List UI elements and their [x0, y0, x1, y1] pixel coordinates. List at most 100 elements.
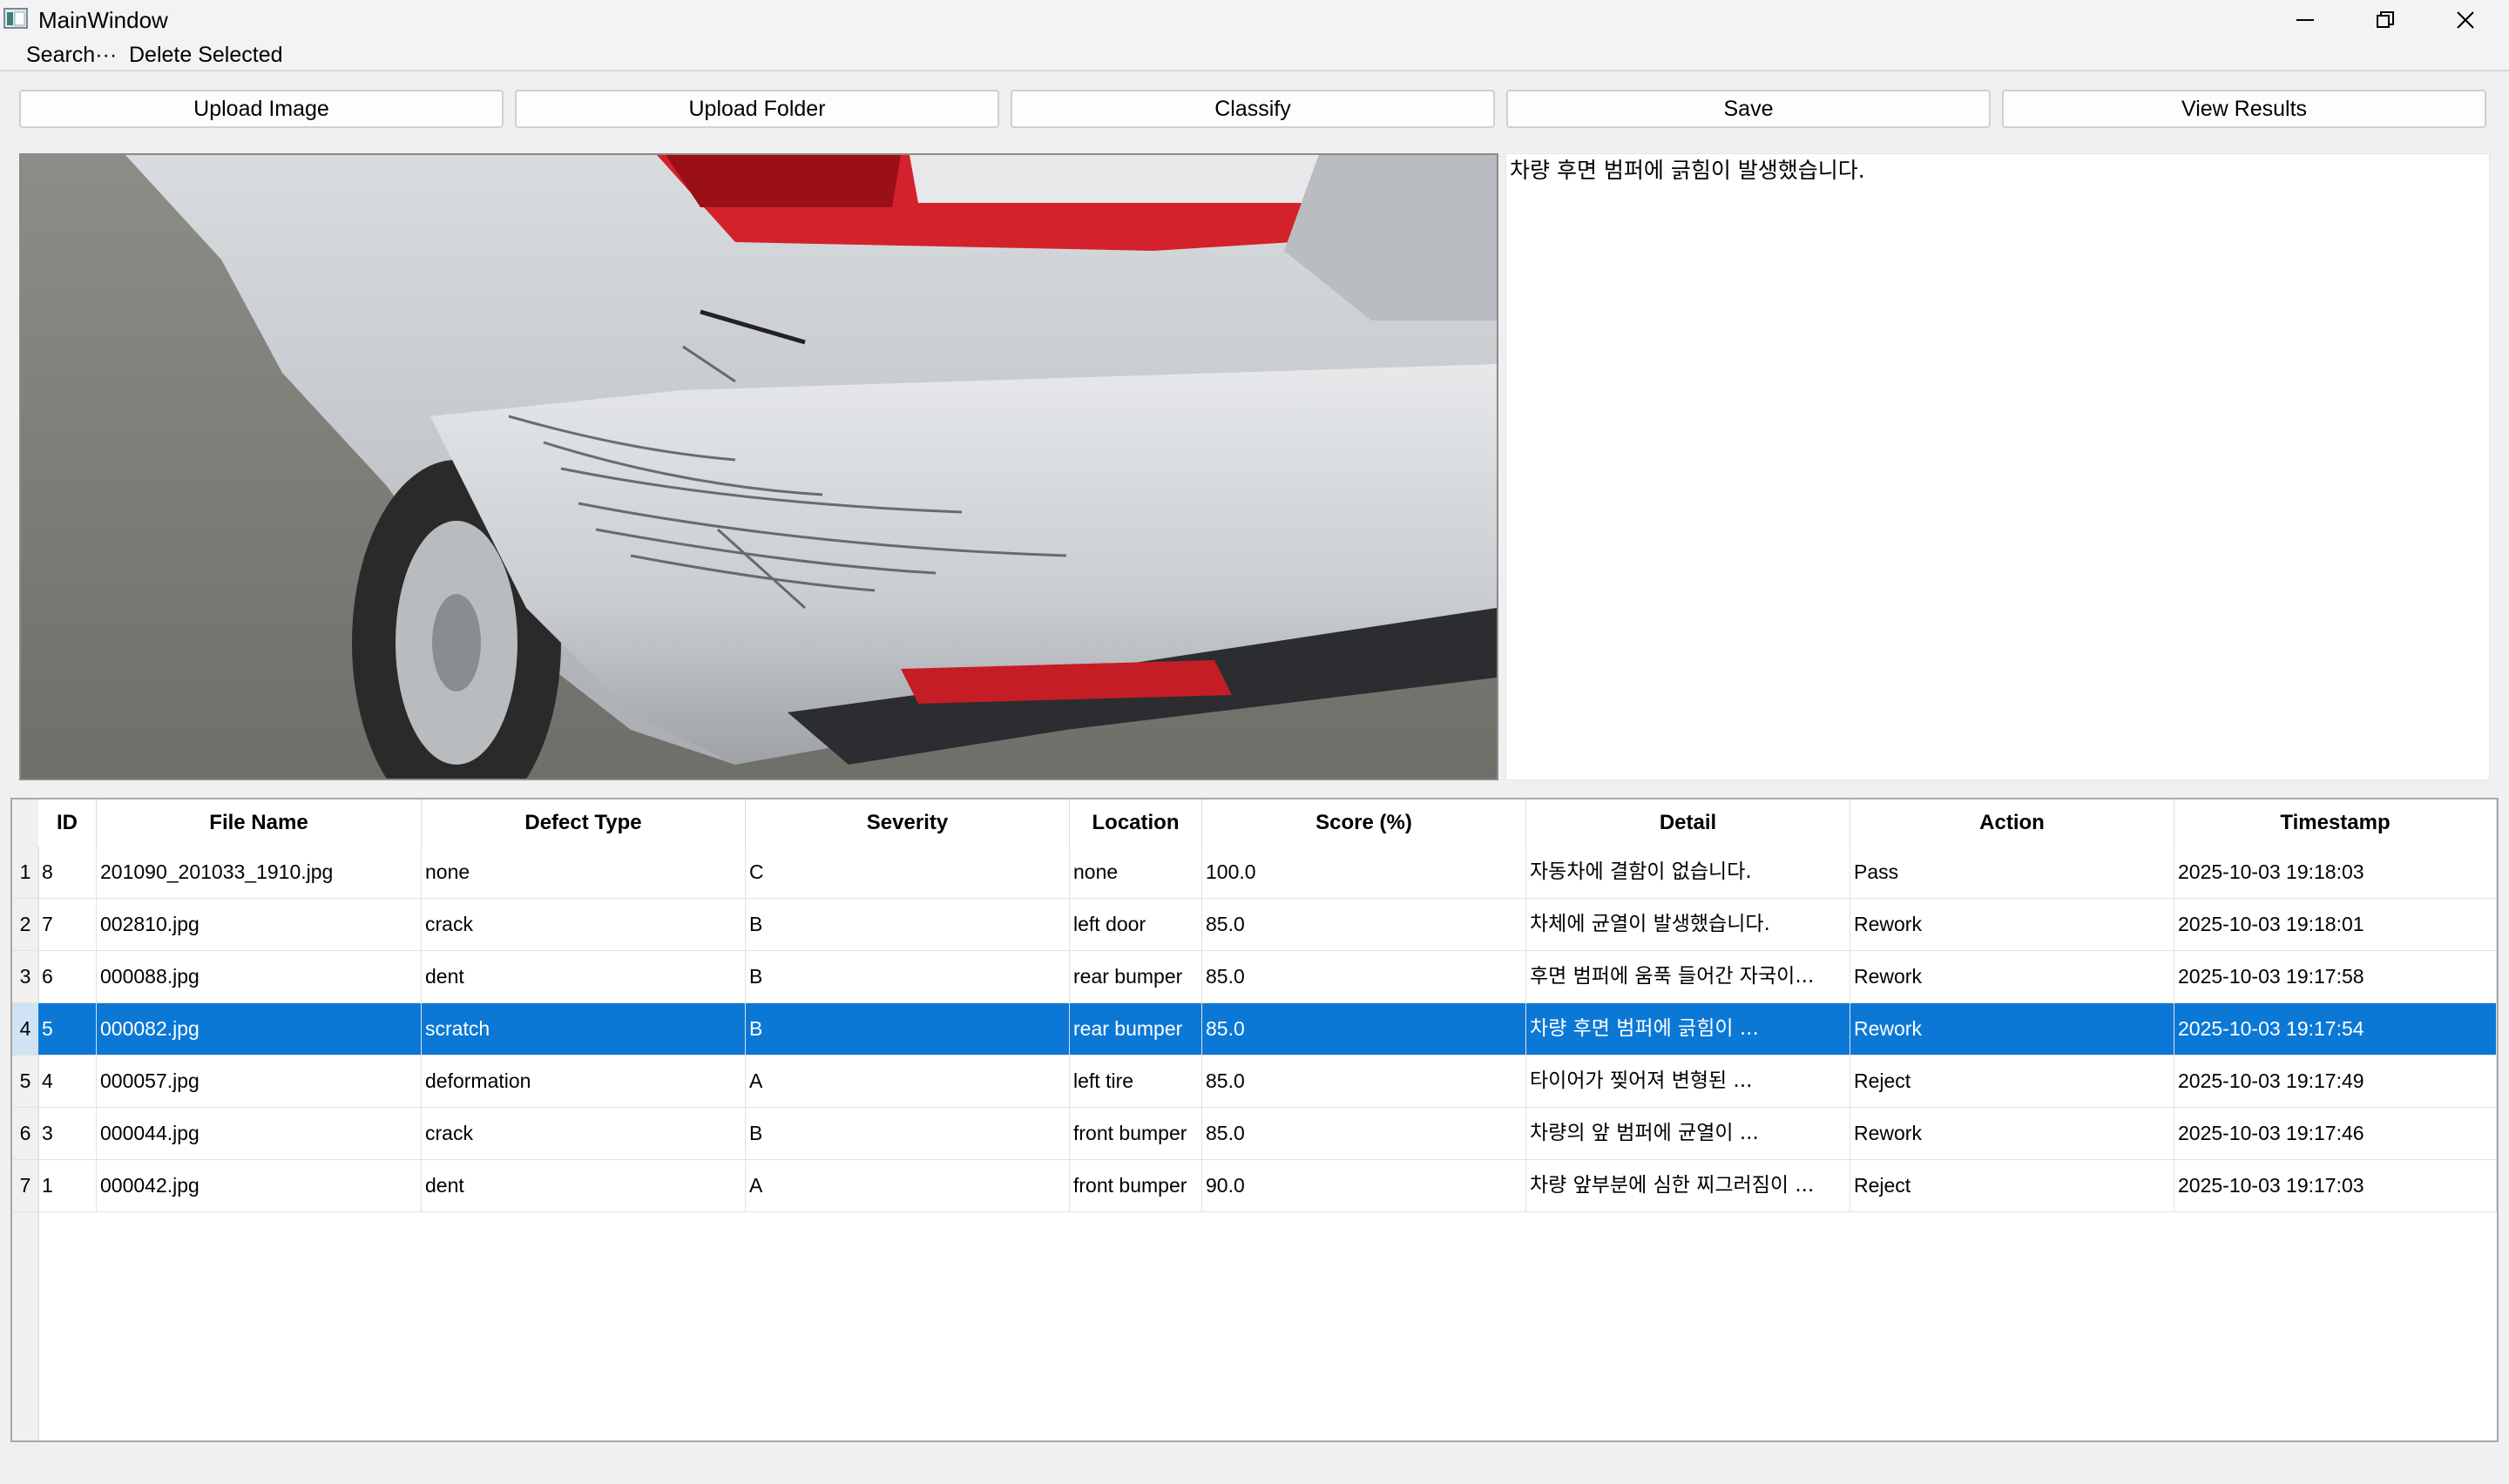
- cell-file[interactable]: 201090_201033_1910.jpg: [97, 847, 422, 898]
- cell-detail[interactable]: 차량 앞부분에 심한 찌그러짐이 ...: [1526, 1160, 1850, 1211]
- header-timestamp[interactable]: Timestamp: [2174, 799, 2497, 847]
- table-row[interactable]: 5 4 000057.jpg deformation Aleft tire 85.0 타이어…: [12, 1056, 2497, 1108]
- cell-timestamp[interactable]: 2025-10-03 19:17:58: [2174, 951, 2497, 1002]
- row-number[interactable]: 4: [12, 1003, 38, 1055]
- cell-type[interactable]: crack: [422, 1108, 746, 1159]
- row-number[interactable]: 7: [12, 1160, 38, 1211]
- header-score[interactable]: Score (%): [1202, 799, 1526, 847]
- save-button[interactable]: Save: [1506, 90, 1991, 128]
- header-defect-type[interactable]: Defect Type: [422, 799, 746, 847]
- cell-id[interactable]: 7: [38, 899, 97, 950]
- cell-timestamp[interactable]: 2025-10-03 19:17:54: [2174, 1003, 2497, 1055]
- cell-file[interactable]: 000042.jpg: [97, 1160, 422, 1211]
- cell-id[interactable]: 4: [38, 1056, 97, 1107]
- results-table[interactable]: ID File Name Defect Type Severity Locati…: [10, 798, 2499, 1442]
- cell-id[interactable]: 6: [38, 951, 97, 1002]
- cell-detail[interactable]: 차량 후면 범퍼에 긁힘이 ...: [1526, 1003, 1850, 1055]
- cell-location[interactable]: left door: [1070, 899, 1202, 950]
- upload-folder-button[interactable]: Upload Folder: [515, 90, 999, 128]
- row-number[interactable]: 6: [12, 1108, 38, 1159]
- row-number[interactable]: 3: [12, 951, 38, 1002]
- cell-timestamp[interactable]: 2025-10-03 19:18:01: [2174, 899, 2497, 950]
- row-number[interactable]: 5: [12, 1056, 38, 1107]
- cell-type[interactable]: dent: [422, 1160, 746, 1211]
- cell-detail[interactable]: 차량의 앞 범퍼에 균열이 ...: [1526, 1108, 1850, 1159]
- cell-action[interactable]: Pass: [1850, 847, 2174, 898]
- table-row[interactable]: 7 1 000042.jpg dent Afront bumper 90.0 차량 앞부분에…: [12, 1160, 2497, 1212]
- cell-score[interactable]: 85.0: [1202, 951, 1526, 1002]
- cell-severity[interactable]: B: [746, 899, 1070, 950]
- cell-file[interactable]: 000088.jpg: [97, 951, 422, 1002]
- restore-button[interactable]: [2345, 0, 2425, 40]
- row-number[interactable]: 1: [12, 847, 38, 898]
- cell-severity[interactable]: B: [746, 1108, 1070, 1159]
- table-row[interactable]: 2 7 002810.jpg crack Bleft door 85.0 차체에 균열이 발…: [12, 899, 2497, 951]
- cell-score[interactable]: 90.0: [1202, 1160, 1526, 1211]
- cell-timestamp[interactable]: 2025-10-03 19:17:49: [2174, 1056, 2497, 1107]
- cell-score[interactable]: 85.0: [1202, 1108, 1526, 1159]
- cell-severity[interactable]: B: [746, 1003, 1070, 1055]
- header-severity[interactable]: Severity: [746, 799, 1070, 847]
- cell-location[interactable]: rear bumper: [1070, 951, 1202, 1002]
- header-location[interactable]: Location: [1070, 799, 1202, 847]
- cell-id[interactable]: 8: [38, 847, 97, 898]
- cell-type[interactable]: crack: [422, 899, 746, 950]
- cell-location[interactable]: front bumper: [1070, 1108, 1202, 1159]
- cell-severity[interactable]: C: [746, 847, 1070, 898]
- cell-location[interactable]: rear bumper: [1070, 1003, 1202, 1055]
- cell-detail[interactable]: 차체에 균열이 발생했습니다.: [1526, 899, 1850, 950]
- header-detail[interactable]: Detail: [1526, 799, 1850, 847]
- cell-id[interactable]: 3: [38, 1108, 97, 1159]
- header-action[interactable]: Action: [1850, 799, 2174, 847]
- cell-severity[interactable]: B: [746, 951, 1070, 1002]
- cell-timestamp[interactable]: 2025-10-03 19:18:03: [2174, 847, 2497, 898]
- cell-location[interactable]: left tire: [1070, 1056, 1202, 1107]
- cell-action[interactable]: Reject: [1850, 1160, 2174, 1211]
- cell-detail[interactable]: 타이어가 찢어져 변형된 ...: [1526, 1056, 1850, 1107]
- menu-delete-selected[interactable]: Delete Selected: [118, 40, 294, 70]
- cell-id[interactable]: 5: [38, 1003, 97, 1055]
- cell-file[interactable]: 000044.jpg: [97, 1108, 422, 1159]
- cell-action[interactable]: Rework: [1850, 1108, 2174, 1159]
- table-row[interactable]: 1 8 201090_201033_1910.jpg none Cnone 100.0 자동…: [12, 847, 2497, 899]
- cell-score[interactable]: 100.0: [1202, 847, 1526, 898]
- cell-action[interactable]: Rework: [1850, 951, 2174, 1002]
- image-preview: [19, 153, 1498, 780]
- cell-severity[interactable]: A: [746, 1160, 1070, 1211]
- table-row[interactable]: 4 5 000082.jpg scratch Brear bumper 85.0 차량 후면…: [12, 1003, 2497, 1056]
- cell-action[interactable]: Rework: [1850, 1003, 2174, 1055]
- cell-timestamp[interactable]: 2025-10-03 19:17:46: [2174, 1108, 2497, 1159]
- description-text: 차량 후면 범퍼에 긁힘이 발생했습니다.: [1510, 158, 1865, 183]
- table-row[interactable]: 6 3 000044.jpg crack Bfront bumper 85.0 차량의 앞 …: [12, 1108, 2497, 1160]
- cell-action[interactable]: Rework: [1850, 899, 2174, 950]
- cell-score[interactable]: 85.0: [1202, 1056, 1526, 1107]
- classify-button[interactable]: Classify: [1011, 90, 1495, 128]
- cell-type[interactable]: dent: [422, 951, 746, 1002]
- row-number[interactable]: 2: [12, 899, 38, 950]
- cell-type[interactable]: scratch: [422, 1003, 746, 1055]
- description-textarea[interactable]: 차량 후면 범퍼에 긁힘이 발생했습니다.: [1505, 153, 2490, 780]
- cell-location[interactable]: none: [1070, 847, 1202, 898]
- menu-search[interactable]: Search···: [16, 40, 127, 70]
- cell-file[interactable]: 000057.jpg: [97, 1056, 422, 1107]
- header-file-name[interactable]: File Name: [97, 799, 422, 847]
- header-id[interactable]: ID: [38, 799, 97, 847]
- cell-file[interactable]: 002810.jpg: [97, 899, 422, 950]
- cell-action[interactable]: Reject: [1850, 1056, 2174, 1107]
- close-button[interactable]: [2425, 0, 2506, 40]
- cell-detail[interactable]: 자동차에 결함이 없습니다.: [1526, 847, 1850, 898]
- minimize-button[interactable]: [2265, 0, 2345, 40]
- cell-type[interactable]: deformation: [422, 1056, 746, 1107]
- cell-score[interactable]: 85.0: [1202, 899, 1526, 950]
- cell-timestamp[interactable]: 2025-10-03 19:17:03: [2174, 1160, 2497, 1211]
- cell-type[interactable]: none: [422, 847, 746, 898]
- cell-score[interactable]: 85.0: [1202, 1003, 1526, 1055]
- upload-image-button[interactable]: Upload Image: [19, 90, 504, 128]
- cell-detail[interactable]: 후면 범퍼에 움푹 들어간 자국이...: [1526, 951, 1850, 1002]
- table-row[interactable]: 3 6 000088.jpg dent Brear bumper 85.0 후면 범퍼에 움…: [12, 951, 2497, 1003]
- view-results-button[interactable]: View Results: [2002, 90, 2486, 128]
- cell-id[interactable]: 1: [38, 1160, 97, 1211]
- cell-file[interactable]: 000082.jpg: [97, 1003, 422, 1055]
- cell-location[interactable]: front bumper: [1070, 1160, 1202, 1211]
- cell-severity[interactable]: A: [746, 1056, 1070, 1107]
